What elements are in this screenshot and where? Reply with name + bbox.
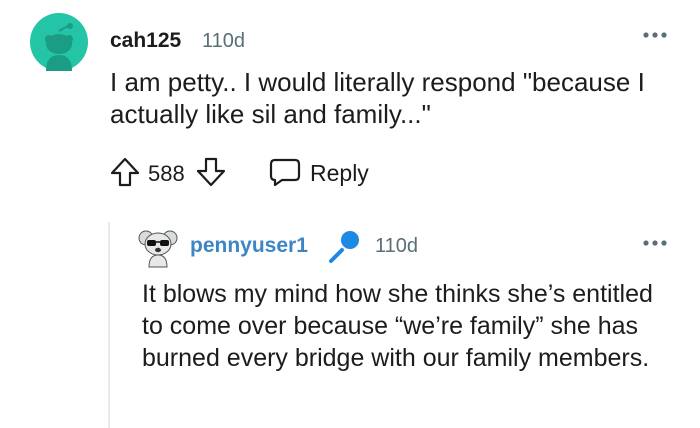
- microphone-icon: [329, 231, 359, 263]
- comment-actions: 588 Reply: [108, 155, 408, 191]
- more-options-icon[interactable]: [642, 238, 668, 248]
- reply-bubble-icon: [269, 158, 301, 187]
- upvote-icon[interactable]: [108, 155, 142, 189]
- comment-username[interactable]: cah125: [110, 29, 181, 53]
- user-avatar-icon[interactable]: [138, 226, 178, 268]
- comment-timestamp: 110d: [202, 30, 246, 52]
- reply-body: It blows my mind how she thinks she’s en…: [142, 280, 653, 372]
- comment-body: I am petty.. I would literally respond "…: [110, 67, 645, 129]
- reply-button[interactable]: Reply: [268, 155, 388, 189]
- vote-score: 588: [148, 161, 185, 186]
- downvote-icon[interactable]: [194, 155, 228, 189]
- reply-username[interactable]: pennyuser1: [190, 234, 308, 258]
- reply-timestamp: 110d: [375, 235, 419, 257]
- reply-label: Reply: [310, 160, 369, 186]
- thread-line[interactable]: [108, 222, 110, 428]
- more-options-icon[interactable]: [642, 30, 668, 40]
- user-avatar-icon[interactable]: [30, 13, 88, 71]
